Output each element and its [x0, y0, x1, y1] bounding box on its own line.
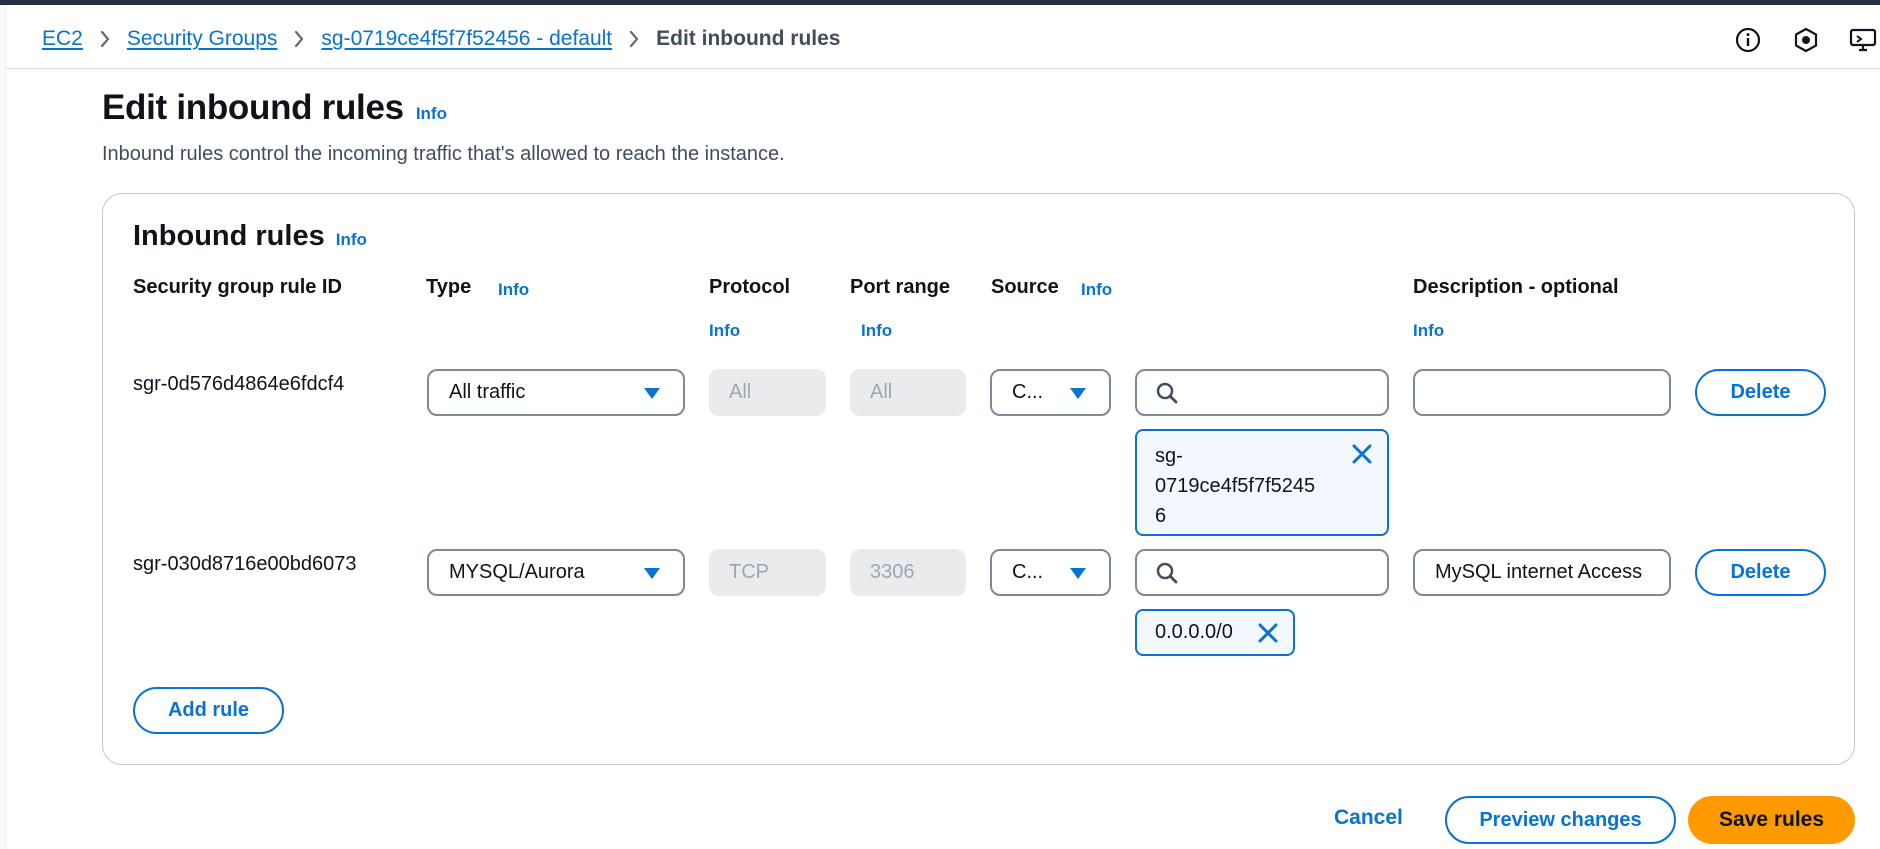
page-info-link[interactable]: Info	[416, 104, 447, 124]
source-type-value: C...	[1012, 561, 1044, 583]
source-token-line: 6	[1155, 505, 1167, 527]
chevron-right-icon	[293, 30, 305, 48]
source-token-2: 0.0.0.0/0	[1135, 609, 1295, 656]
type-select-2[interactable]: MYSQL/Aurora	[427, 549, 685, 596]
breadcrumb-current: Edit inbound rules	[656, 27, 841, 50]
delete-rule-button-2[interactable]: Delete	[1695, 549, 1826, 596]
close-icon[interactable]	[1351, 443, 1373, 465]
side-navigation-collapsed	[0, 5, 6, 849]
type-select-value: MYSQL/Aurora	[449, 561, 585, 583]
rule-id-1: sgr-0d576d4864e6fdcf4	[133, 373, 345, 395]
source-token-1: sg- 0719ce4f5f7f5245 6	[1135, 429, 1389, 536]
source-token-line: 0719ce4f5f7f5245	[1155, 475, 1316, 497]
search-icon	[1156, 382, 1178, 403]
close-icon[interactable]	[1257, 622, 1279, 644]
port-range-field-1: All	[850, 369, 966, 416]
caret-down-icon	[644, 568, 660, 579]
source-token-line: sg-	[1155, 445, 1183, 467]
caret-down-icon	[644, 388, 660, 399]
source-search-1[interactable]	[1135, 369, 1389, 416]
breadcrumb-security-group[interactable]: sg-0719ce4f5f7f52456 - default	[321, 27, 612, 51]
column-header-protocol: Protocol	[709, 276, 791, 298]
search-icon	[1156, 562, 1178, 583]
display-preferences-icon[interactable]	[1848, 25, 1880, 55]
caret-down-icon	[1070, 388, 1086, 399]
add-rule-button[interactable]: Add rule	[133, 687, 284, 734]
source-info-link[interactable]: Info	[1081, 280, 1112, 300]
type-info-link[interactable]: Info	[498, 280, 529, 300]
description-input-1[interactable]	[1413, 369, 1671, 416]
column-header-rule-id: Security group rule ID	[133, 276, 342, 298]
column-header-type: Type	[426, 276, 472, 298]
rule-id-2: sgr-030d8716e00bd6073	[133, 553, 357, 575]
type-select-1[interactable]: All traffic	[427, 369, 685, 416]
save-rules-button[interactable]: Save rules	[1688, 796, 1855, 844]
info-circle-icon[interactable]	[1732, 25, 1764, 55]
section-header: Inbound rules Info	[133, 220, 367, 253]
utility-toolbar	[1732, 25, 1880, 55]
section-info-link[interactable]: Info	[336, 230, 367, 250]
source-search-2[interactable]	[1135, 549, 1389, 596]
breadcrumb-ec2[interactable]: EC2	[42, 27, 83, 51]
chevron-right-icon	[99, 30, 111, 48]
chevron-right-icon	[628, 30, 640, 48]
description-input-2[interactable]: MySQL internet Access	[1413, 549, 1671, 596]
protocol-field-1: All	[709, 369, 826, 416]
preview-changes-button[interactable]: Preview changes	[1445, 796, 1676, 844]
page-header: Edit inbound rules Info	[102, 88, 447, 128]
column-header-source: Source	[991, 276, 1059, 298]
delete-rule-button-1[interactable]: Delete	[1695, 369, 1826, 416]
source-token-label: 0.0.0.0/0	[1155, 621, 1233, 643]
type-select-value: All traffic	[449, 381, 526, 403]
breadcrumb: EC2 Security Groups sg-0719ce4f5f7f52456…	[42, 27, 840, 51]
notifications-icon[interactable]	[1790, 25, 1822, 55]
column-header-port-range: Port range	[850, 276, 951, 298]
port-range-field-2: 3306	[850, 549, 966, 596]
cancel-button[interactable]: Cancel	[1334, 806, 1403, 830]
breadcrumb-bar: EC2 Security Groups sg-0719ce4f5f7f52456…	[6, 5, 1880, 69]
page-title: Edit inbound rules	[102, 88, 404, 127]
source-type-select-1[interactable]: C...	[990, 369, 1111, 416]
protocol-field-2: TCP	[709, 549, 826, 596]
port-range-info-link[interactable]: Info	[861, 321, 892, 341]
source-type-value: C...	[1012, 381, 1044, 403]
caret-down-icon	[1070, 568, 1086, 579]
protocol-info-link[interactable]: Info	[709, 321, 740, 341]
breadcrumb-security-groups[interactable]: Security Groups	[127, 27, 278, 51]
source-token-label: sg- 0719ce4f5f7f5245 6	[1155, 441, 1315, 531]
source-type-select-2[interactable]: C...	[990, 549, 1111, 596]
column-header-description: Description - optional	[1413, 276, 1619, 298]
description-info-link[interactable]: Info	[1413, 321, 1444, 341]
section-title: Inbound rules	[133, 220, 325, 252]
page-description: Inbound rules control the incoming traff…	[102, 143, 785, 165]
